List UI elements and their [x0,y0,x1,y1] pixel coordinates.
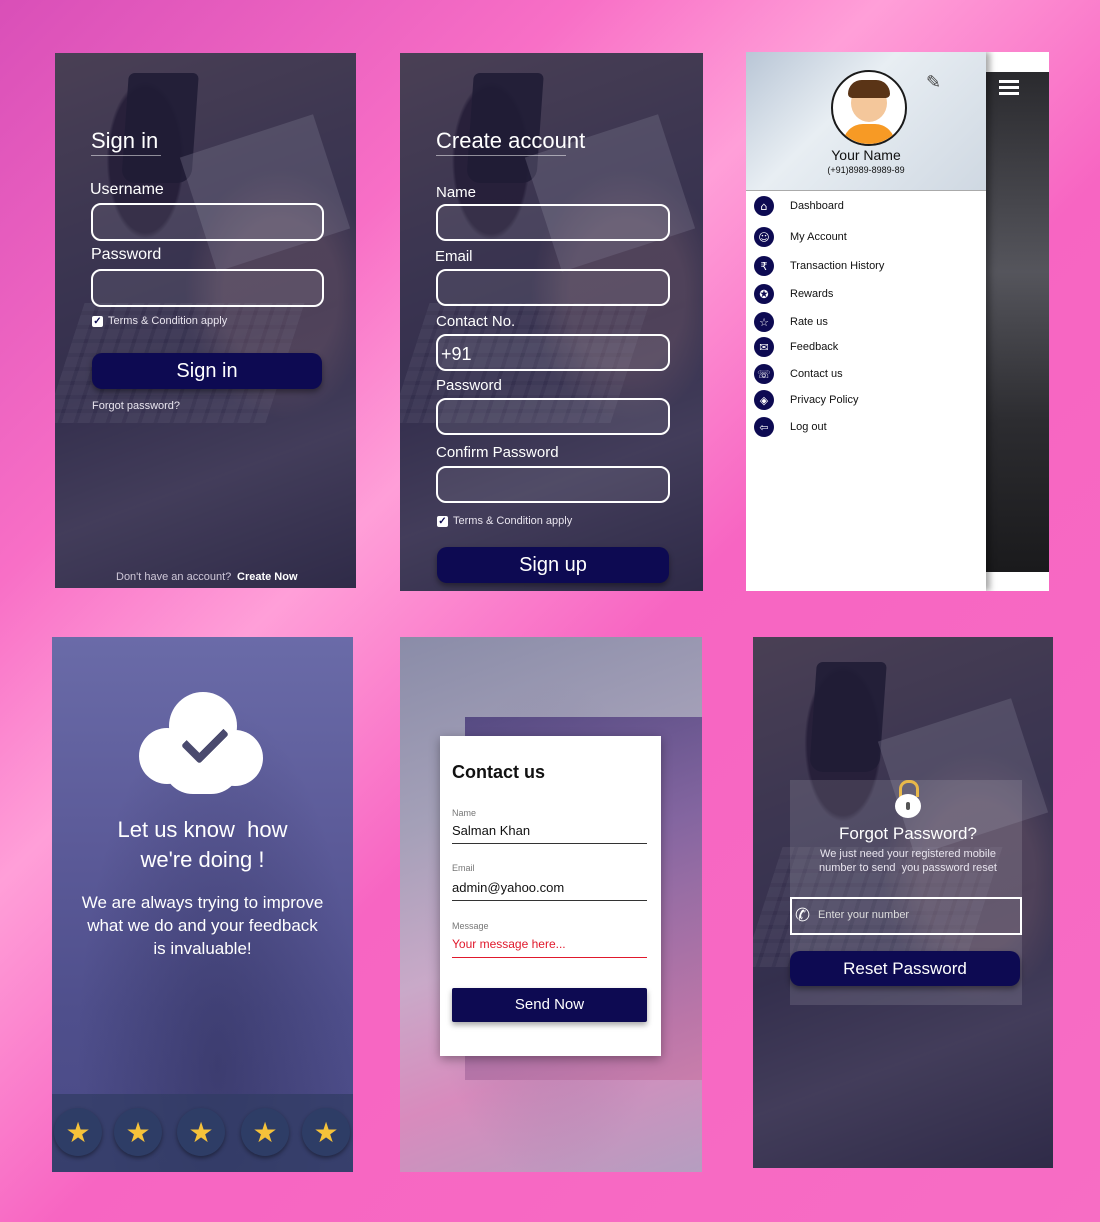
menu-item-feedback[interactable]: ✉ Feedback [754,336,838,358]
message-label: Message [452,921,489,931]
menu-item-transaction-history[interactable]: ₹ Transaction History [754,255,884,277]
menu-icon[interactable] [999,80,1019,95]
feedback-body-line3: is invaluable! [153,939,252,958]
menu-item-rate-us[interactable]: ☆ Rate us [754,311,828,333]
contact-screen: Contact us Name Salman Khan Email admin@… [400,637,702,1172]
email-label: Email [452,863,475,873]
background-photo [986,72,1049,572]
terms-checkbox[interactable]: ✓ [437,516,448,527]
phone-placeholder: Enter your number [818,909,910,921]
phone-icon: ☏ [754,364,774,384]
edit-icon[interactable]: ✎ [926,72,941,93]
menu-item-my-account[interactable]: ☺ My Account [754,226,847,248]
username-input[interactable] [91,203,324,241]
feedback-icon: ✉ [754,337,774,357]
terms-text: Terms & Condition apply [453,515,573,527]
shield-icon: ◈ [754,390,774,410]
name-label: Name [436,184,477,201]
logout-icon: ⇦ [754,417,774,437]
name-input[interactable] [436,204,670,241]
phone-number-input[interactable]: ✆ Enter your number [790,897,1022,935]
feedback-heading-line2: we're doing ! [140,847,265,872]
menu-item-rewards[interactable]: ✪ Rewards [754,283,833,305]
reset-password-button[interactable]: Reset Password [790,951,1020,986]
feedback-body-line1: We are always trying to improve [81,893,324,912]
drawer-header: ✎ Your Name (+91)8989-8989-89 [746,52,986,191]
menu-item-contact-us[interactable]: ☏ Contact us [754,363,843,385]
menu-item-log-out[interactable]: ⇦ Log out [754,416,827,438]
avatar [831,70,907,146]
password-input[interactable] [436,398,670,435]
signin-button[interactable]: Sign in [92,353,322,389]
drawer-screen: ✎ Your Name (+91)8989-8989-89 ⌂ Dashboar… [746,52,1049,591]
send-now-button[interactable]: Send Now [452,988,647,1022]
cloud-check-icon [137,692,263,797]
rating-star-icon[interactable]: ★ [241,1108,289,1156]
terms-text: Terms & Condition apply [108,315,228,327]
rating-bar: ★ ★ ★ ★ ★ [52,1094,353,1172]
rating-star-icon[interactable]: ★ [114,1108,162,1156]
confirm-password-label: Confirm Password [436,444,559,461]
signup-screen: Create account Name Email Contact No. +9… [400,53,703,591]
name-label: Name [452,808,477,818]
rating-star-icon[interactable]: ★ [302,1108,350,1156]
password-label: Password [436,377,502,394]
username-label: Username [90,181,164,198]
terms-checkbox[interactable]: ✓ [92,316,103,327]
forgot-desc-line2: number to send you password reset [819,862,997,874]
no-account-text: Don't have an account? [116,571,232,583]
unlock-icon [893,780,923,818]
forgot-desc-line1: We just need your registered mobile [820,848,996,860]
confirm-password-input[interactable] [436,466,670,503]
page-title: Forgot Password? [839,824,977,843]
star-icon: ☆ [754,312,774,332]
password-label: Password [91,246,162,263]
phone-icon: ✆ [795,905,811,926]
menu-item-privacy-policy[interactable]: ◈ Privacy Policy [754,389,858,411]
forgot-screen: Forgot Password? We just need your regis… [753,637,1053,1168]
drawer-panel: ✎ Your Name (+91)8989-8989-89 ⌂ Dashboar… [746,52,986,591]
email-field[interactable]: admin@yahoo.com [452,880,564,895]
password-input[interactable] [91,269,324,307]
menu-item-dashboard[interactable]: ⌂ Dashboard [754,195,844,217]
forgot-card: Forgot Password? We just need your regis… [790,780,1022,1005]
home-icon: ⌂ [754,196,774,216]
profile-name: Your Name [831,147,901,163]
contact-label: Contact No. [436,313,516,330]
contact-input[interactable]: +91 [436,334,670,371]
create-now-link[interactable]: Create Now [237,571,298,583]
country-code: +91 [441,344,472,364]
name-field[interactable]: Salman Khan [452,823,530,838]
profile-phone: (+91)8989-8989-89 [827,165,905,175]
rating-star-icon[interactable]: ★ [54,1108,102,1156]
email-label: Email [435,248,473,265]
user-icon: ☺ [754,227,774,247]
contact-card: Contact us Name Salman Khan Email admin@… [440,736,661,1056]
signin-screen: Sign in Username Password ✓ Terms & Cond… [55,53,356,588]
feedback-screen: Let us know how we're doing ! We are alw… [52,637,353,1172]
forgot-password-link[interactable]: Forgot password? [92,400,180,412]
message-field[interactable]: Your message here... [452,937,566,951]
page-title: Sign in [91,128,159,153]
rating-star-icon[interactable]: ★ [177,1108,225,1156]
page-title: Contact us [452,762,546,782]
signup-button[interactable]: Sign up [437,547,669,583]
page-title: Create account [436,128,586,153]
money-icon: ₹ [754,256,774,276]
award-icon: ✪ [754,284,774,304]
feedback-heading-line1: Let us know how [117,817,288,842]
feedback-body-line2: what we do and your feedback [87,916,318,935]
email-input[interactable] [436,269,670,306]
